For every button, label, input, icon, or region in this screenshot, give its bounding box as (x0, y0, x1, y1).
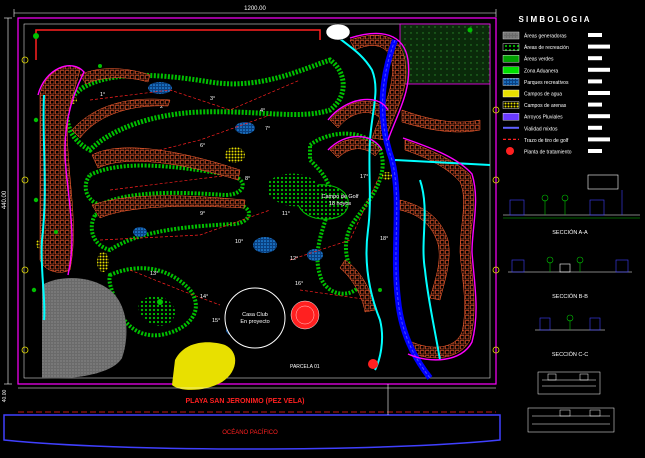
legend-label: Planta de tratamiento (524, 150, 572, 156)
lake-yellow (172, 342, 236, 390)
section-c-diagram (535, 314, 605, 331)
legend-label: Campos de agua (524, 92, 562, 98)
legend-value-bar (588, 114, 610, 119)
pond-5 (133, 227, 147, 237)
legend-swatch (502, 78, 520, 86)
beach-label: PLAYA SAN JERONIMO (PEZ VELA) (185, 398, 304, 405)
legend-value-bar (588, 137, 610, 142)
legend-label: Arroyos Pluviales (524, 115, 563, 121)
golf-green-2 (138, 296, 176, 326)
legend-item: Campos de agua (502, 89, 610, 98)
sand-trap-1 (225, 147, 245, 163)
section-a-diagram (503, 174, 640, 219)
legend-item: Zona Aduanera (502, 66, 610, 75)
golf-label-1: Campo de Golf (322, 194, 359, 200)
legend-item: Parques recreativos (502, 78, 602, 86)
sand-trap-2 (97, 252, 109, 272)
northeast-parcel (399, 23, 491, 85)
legend-item: Áreas de recreación (502, 43, 610, 51)
legend-swatch (502, 31, 520, 40)
section-b-label: SECCIÓN B-B (552, 293, 588, 300)
section-c-label: SECCIÓN C-C (552, 351, 588, 358)
hole-1: 1° (100, 92, 105, 98)
treatment-plant-marker (368, 359, 378, 369)
legend-swatch (502, 112, 520, 121)
legend-label: Parques recreativos (524, 80, 569, 86)
legend-item: Arroyos Pluviales (502, 112, 610, 121)
hole-7: 7° (265, 126, 270, 132)
grey-area (42, 278, 127, 379)
legend-value-bar (588, 149, 602, 153)
hole-18: 18° (380, 236, 388, 242)
site-plan-drawing: 1200.00 440.00 40.00 Casa Club En proyec… (2, 6, 640, 450)
ocean-label: OCÉANO PACÍFICO (222, 429, 278, 436)
entrance-circle (325, 23, 351, 41)
legend-swatch (502, 55, 520, 63)
club-label-1: Casa Club (242, 312, 268, 318)
legend-label: Campos de arenas (524, 103, 567, 109)
legend-item: Áreas generadoras (502, 31, 602, 40)
dim-bottom-label: 40.00 (2, 390, 8, 403)
legend-value-bar (588, 125, 602, 130)
legend-value-bar (588, 33, 602, 37)
hole-12: 12° (290, 256, 298, 262)
hole-6: 6° (200, 143, 205, 149)
section-b-diagram (508, 256, 632, 273)
hole-4: 4° (260, 108, 265, 114)
legend-swatch (502, 43, 520, 51)
legend-value-bar (588, 67, 610, 72)
legend-swatch (506, 147, 514, 155)
legend-item: Áreas verdes (502, 55, 602, 63)
hole-14: 14° (200, 294, 208, 300)
legend-item: Trazo de tiro de golf (503, 137, 610, 144)
hole-16: 16° (295, 281, 303, 287)
hole-11: 11° (282, 211, 290, 217)
legend-value-bar (588, 56, 602, 61)
legend-label: Áreas generadoras (524, 33, 567, 40)
hole-3: 3° (210, 96, 215, 102)
legend-swatch (502, 89, 520, 98)
legend-label: Trazo de tiro de golf (524, 138, 569, 144)
legend-item: Planta de tratamiento (506, 147, 602, 156)
golf-green-1 (266, 173, 319, 207)
dim-height-label: 440.00 (2, 190, 8, 209)
legend-label: Zona Aduanera (524, 68, 558, 74)
legend-label: Vialidad mixtos (524, 126, 558, 132)
legend-swatch (502, 101, 520, 109)
pond-4 (307, 249, 323, 261)
legend-label: Áreas verdes (524, 56, 554, 63)
club-house (224, 287, 286, 349)
sand-trap-4 (382, 172, 392, 180)
section-a-label: SECCIÓN A-A (552, 229, 588, 236)
detail-drawing-1 (537, 371, 601, 395)
legend-value-bar (588, 91, 610, 95)
hole-17: 17° (360, 174, 368, 180)
legend-item: Campos de arenas (502, 101, 602, 109)
hole-10: 10° (235, 239, 243, 245)
legend-value-bar (588, 79, 602, 84)
dim-width-label: 1200.00 (244, 6, 266, 12)
legend-item: Vialidad mixtos (503, 125, 602, 132)
hole-9: 9° (200, 211, 205, 217)
perimeter-road (35, 29, 321, 60)
legend-title: S I M B O L O G I A (518, 15, 589, 24)
seccion-label: PARCELA 01 (290, 364, 320, 370)
hole-13: 13° (150, 271, 158, 277)
hole-15: 15° (212, 318, 220, 324)
hole-8: 8° (245, 176, 250, 182)
golf-label-2: 18 hoyos (329, 201, 352, 207)
legend-label: Áreas de recreación (524, 44, 569, 51)
red-plaza (290, 300, 320, 330)
club-label-2: En proyecto (240, 319, 269, 325)
legend-panel: S I M B O L O G I A Áreas generadoras Áre… (502, 15, 610, 156)
pond-3 (253, 237, 277, 253)
legend-swatch (502, 66, 520, 75)
legend-value-bar (588, 102, 602, 107)
legend-value-bar (588, 44, 610, 49)
detail-drawing-2 (527, 407, 615, 433)
